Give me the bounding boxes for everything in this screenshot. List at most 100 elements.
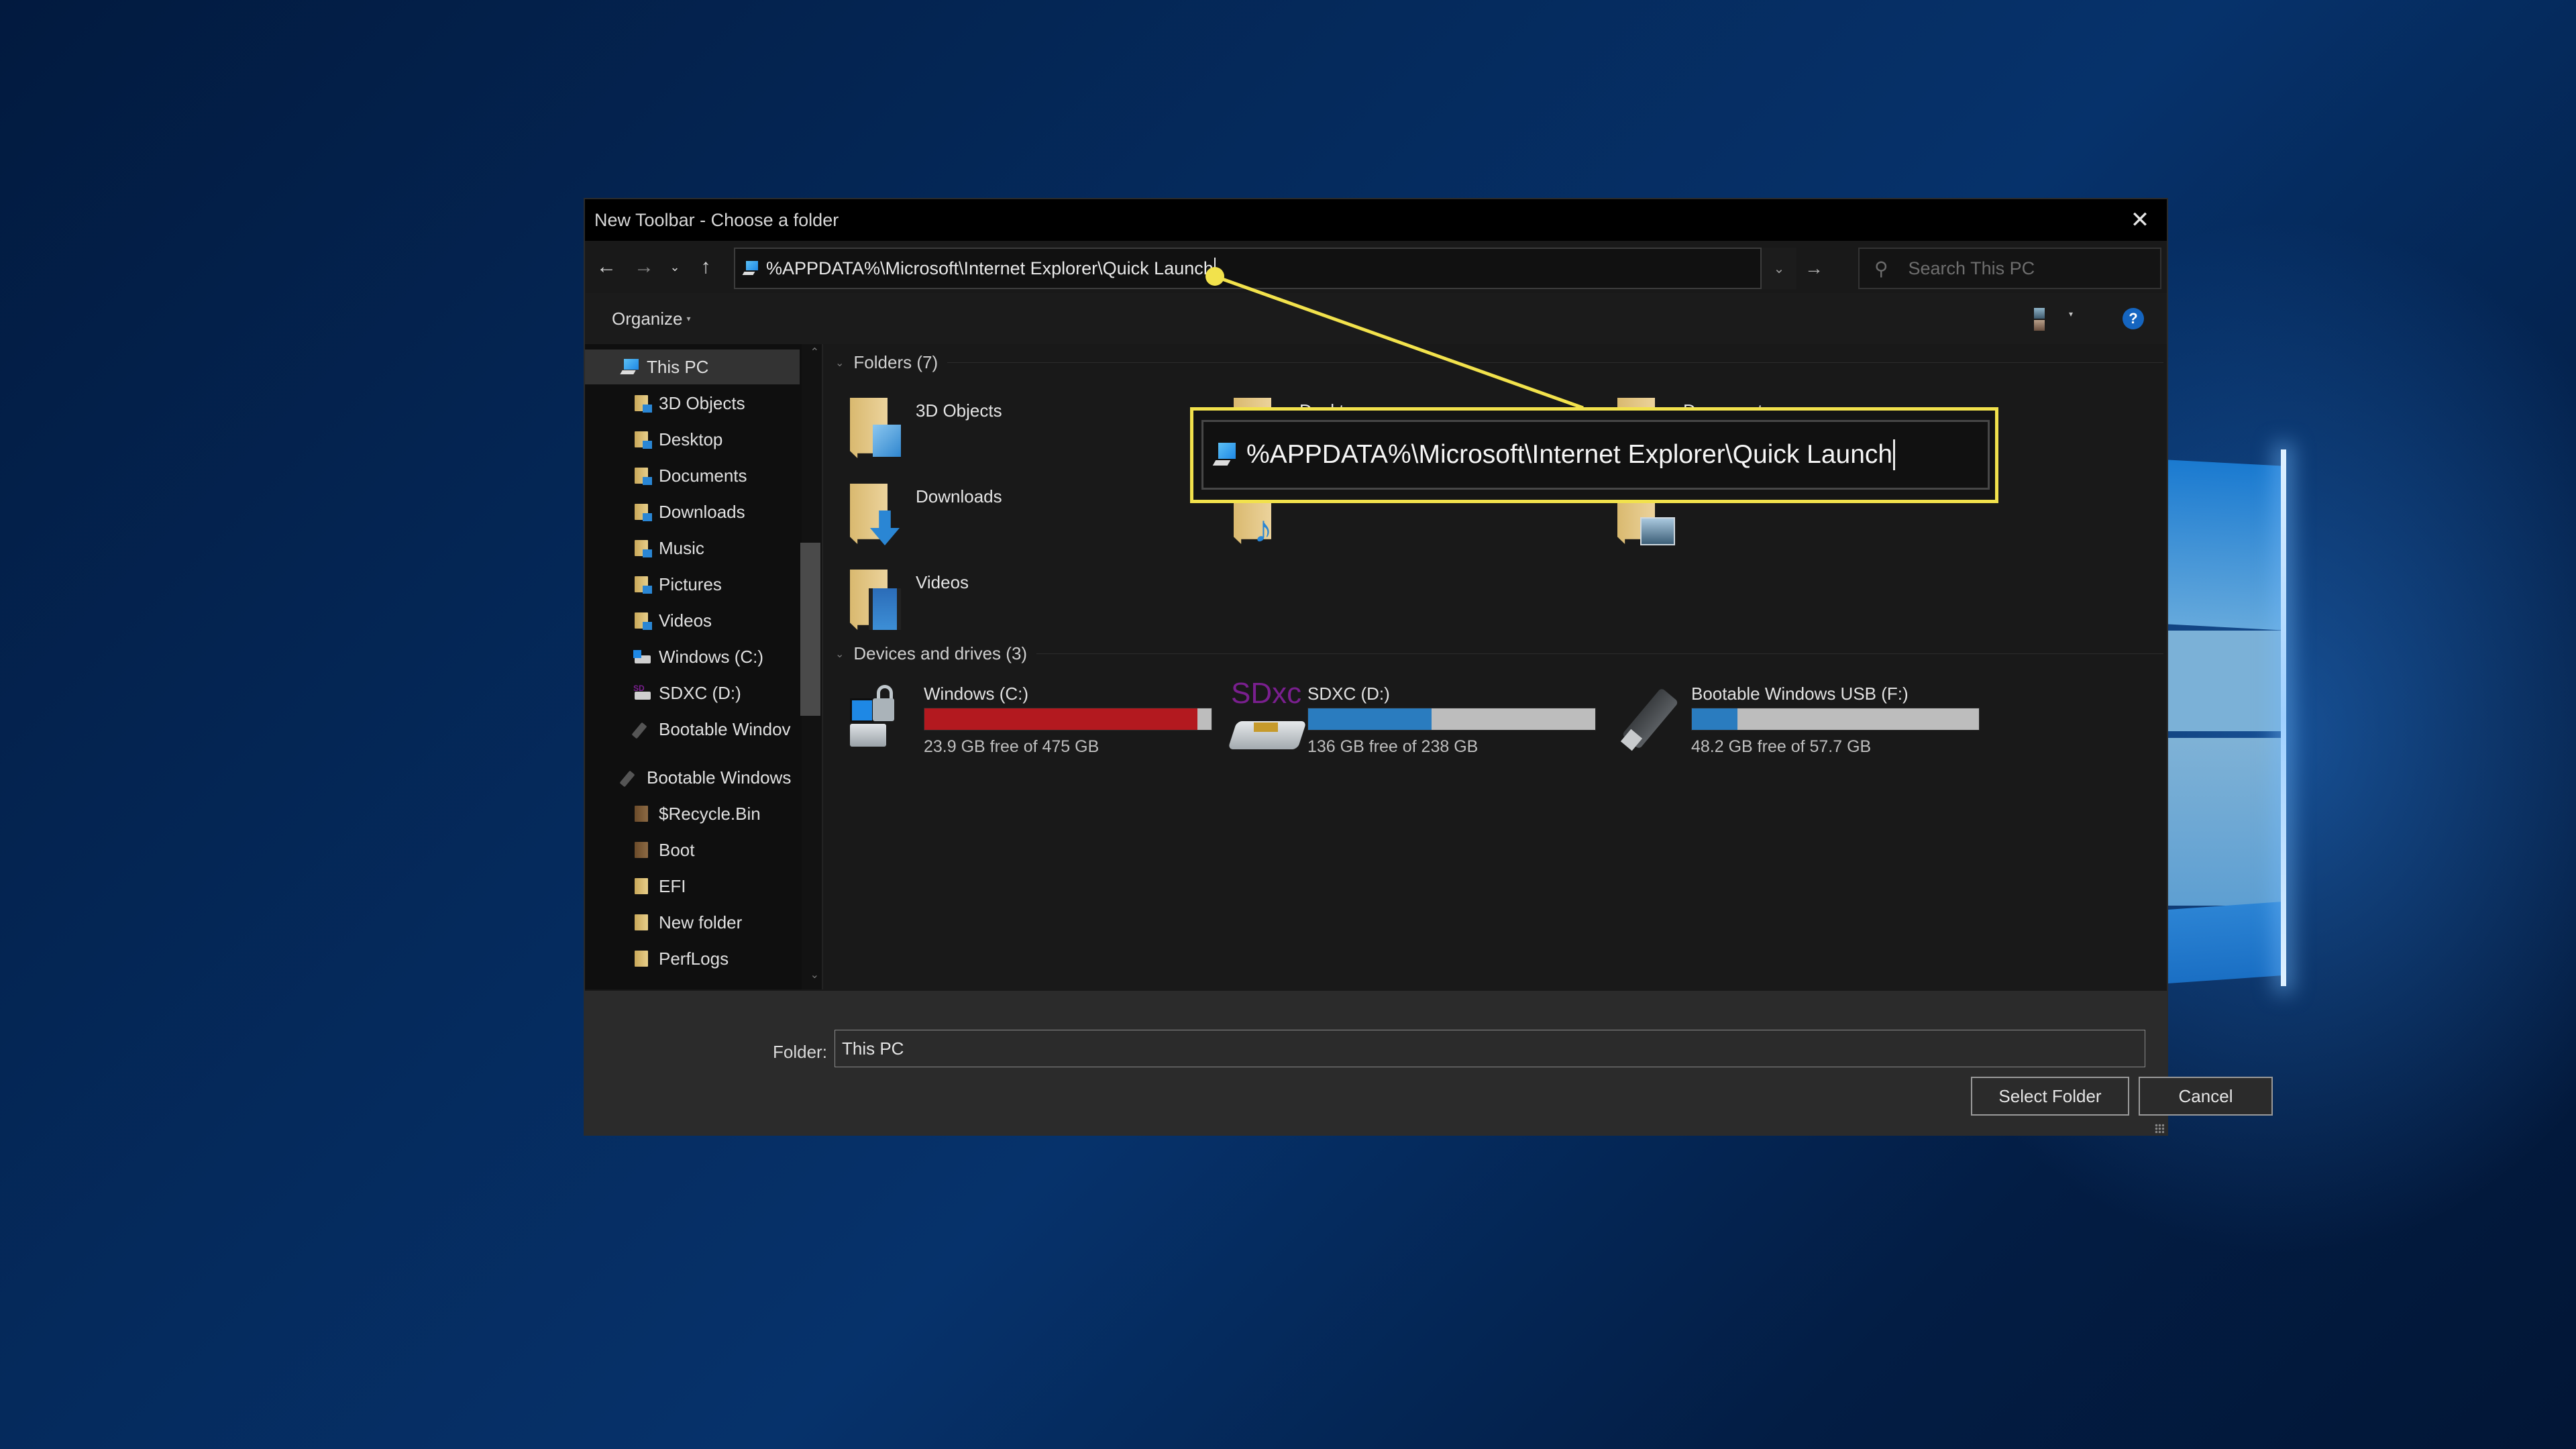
sidebar-item-new-folder[interactable]: New folder	[585, 905, 800, 940]
drive-usage-fill	[1692, 708, 1738, 730]
view-thumbnail-icon	[2034, 320, 2045, 331]
change-view-button[interactable]	[2034, 308, 2051, 332]
folder-icon	[633, 804, 652, 823]
sidebar-item-boot[interactable]: Boot	[585, 833, 800, 867]
sidebar-item-windows-c[interactable]: Windows (C:)	[585, 639, 800, 674]
folder-name-input[interactable]	[835, 1030, 2145, 1067]
folder-tile-3d-objects[interactable]: 3D Objects	[850, 398, 1226, 478]
recent-locations-button[interactable]: ⌄	[663, 247, 687, 287]
sidebar-item-label: Downloads	[659, 501, 745, 522]
sidebar-item-perflogs[interactable]: PerfLogs	[585, 941, 800, 976]
drive-tile-sdxc-d[interactable]: SDxc SDXC (D:) 136 GB free of 238 GB	[1228, 677, 1607, 764]
help-icon: ?	[2129, 310, 2138, 327]
drive-name: Windows (C:)	[924, 684, 1029, 704]
drives-group-label: Devices and drives (3)	[853, 643, 1028, 663]
sidebar-item-label: EFI	[659, 875, 686, 896]
folder-icon	[633, 841, 652, 859]
view-options-dropdown[interactable]: ▾	[2069, 309, 2073, 319]
drive-usage-fill	[1308, 708, 1432, 730]
sidebar-item-music[interactable]: Music	[585, 531, 800, 566]
search-input[interactable]	[1908, 258, 2150, 279]
forward-button[interactable]: →	[625, 247, 663, 287]
forward-arrow-icon: →	[634, 256, 654, 278]
dialog-title: New Toolbar - Choose a folder	[594, 209, 839, 230]
sidebar-item-label: Bootable Windov	[659, 718, 791, 739]
sidebar-item-label: $Recycle.Bin	[659, 803, 761, 824]
callout-address-field: %APPDATA%\Microsoft\Internet Explorer\Qu…	[1201, 420, 1990, 490]
sidebar-item-this-pc[interactable]: This PC	[585, 350, 800, 384]
pc-icon	[741, 258, 761, 278]
go-button[interactable]: →	[1796, 248, 1831, 289]
drive-free-space: 48.2 GB free of 57.7 GB	[1691, 737, 1872, 756]
sidebar-item-desktop[interactable]: Desktop	[585, 422, 800, 457]
sidebar-item-videos[interactable]: Videos	[585, 603, 800, 638]
close-icon: ✕	[2130, 207, 2150, 233]
up-button[interactable]: ↑	[687, 247, 724, 287]
drive-usage-bar	[924, 708, 1212, 731]
organize-menu-button[interactable]: Organize ▾	[612, 309, 691, 329]
collapse-chevron-icon: ⌄	[835, 648, 845, 660]
sdxc-drive-icon: SDxc	[1228, 677, 1307, 757]
sidebar-item-efi[interactable]: EFI	[585, 869, 800, 904]
search-icon: ⚲	[1874, 258, 1888, 279]
sidebar-item-label: New folder	[659, 912, 743, 932]
sidebar-item-sdxc-d[interactable]: SD SDXC (D:)	[585, 676, 800, 710]
sidebar-item-label: Music	[659, 537, 704, 558]
windows-drive-icon	[847, 684, 921, 757]
folder-icon	[633, 913, 652, 932]
scroll-down-icon[interactable]: ⌄	[810, 968, 819, 981]
sidebar-item-label: Windows (C:)	[659, 646, 764, 667]
navigation-bar: ← → ⌄ ↑ %APPDATA%\Microsoft\Internet Exp…	[585, 241, 2167, 293]
drive-usage-bar	[1307, 708, 1596, 731]
folder-3d-objects-icon	[633, 394, 652, 413]
folder-videos-icon	[850, 570, 910, 637]
back-arrow-icon: ←	[596, 256, 616, 278]
sidebar-item-pictures[interactable]: Pictures	[585, 567, 800, 602]
usb-drive-icon	[619, 768, 640, 788]
sidebar-item-recycle-bin[interactable]: $Recycle.Bin	[585, 796, 800, 831]
folder-tile-downloads[interactable]: Downloads	[850, 484, 1226, 564]
sidebar-item-label: Bootable Windows	[647, 767, 792, 788]
drives-group-header[interactable]: ⌄ Devices and drives (3)	[835, 643, 2163, 664]
sidebar-item-label: SDXC (D:)	[659, 682, 741, 703]
resize-grip[interactable]	[2155, 1124, 2164, 1133]
sidebar-item-label: Boot	[659, 839, 695, 860]
scrollbar-thumb[interactable]	[800, 543, 820, 716]
back-button[interactable]: ←	[588, 247, 625, 287]
select-folder-button[interactable]: Select Folder	[1971, 1077, 2129, 1116]
sidebar-item-3d-objects[interactable]: 3D Objects	[585, 386, 800, 421]
folder-videos-icon	[633, 611, 652, 630]
search-box[interactable]: ⚲	[1858, 248, 2161, 289]
caret-down-icon: ▾	[686, 314, 691, 323]
drive-free-space: 23.9 GB free of 475 GB	[924, 737, 1099, 756]
sidebar-item-bootable-windov[interactable]: Bootable Windov	[585, 712, 800, 747]
sidebar-item-label: Pictures	[659, 574, 722, 594]
help-button[interactable]: ?	[2123, 308, 2144, 329]
sidebar-item-documents[interactable]: Documents	[585, 458, 800, 493]
drive-tile-usb-f[interactable]: Bootable Windows USB (F:) 48.2 GB free o…	[1615, 684, 1990, 764]
cancel-button[interactable]: Cancel	[2139, 1077, 2273, 1116]
scroll-up-icon[interactable]: ⌃	[810, 345, 819, 359]
wallpaper-windows-logo	[2167, 423, 2301, 1026]
close-button[interactable]: ✕	[2113, 199, 2167, 241]
folders-group-label: Folders (7)	[853, 352, 938, 372]
address-input[interactable]: %APPDATA%\Microsoft\Internet Explorer\Qu…	[766, 258, 1214, 279]
collapse-chevron-icon: ⌄	[835, 357, 845, 369]
folders-group-header[interactable]: ⌄ Folders (7)	[835, 352, 2163, 373]
sidebar-item-downloads[interactable]: Downloads	[585, 494, 800, 529]
folder-tile-videos[interactable]: Videos	[850, 570, 1226, 650]
address-dropdown-button[interactable]: ⌄	[1762, 248, 1796, 289]
callout-dot	[1205, 267, 1224, 286]
navigation-pane: This PC 3D Objects Desktop Documents Downloa…	[585, 344, 823, 989]
navigation-pane-scrollbar[interactable]: ⌃ ⌄	[800, 344, 822, 989]
chevron-down-icon: ⌄	[1773, 261, 1785, 276]
organize-label: Organize	[612, 308, 683, 329]
drive-usage-bar	[1691, 708, 1980, 731]
address-bar[interactable]: %APPDATA%\Microsoft\Internet Explorer\Qu…	[734, 248, 1762, 289]
folder-3d-objects-icon	[850, 398, 910, 465]
sidebar-item-label: Videos	[659, 610, 712, 631]
drive-tile-windows-c[interactable]: Windows (C:) 23.9 GB free of 475 GB	[847, 684, 1223, 764]
up-arrow-icon: ↑	[700, 256, 711, 278]
sidebar-item-bootable-windows[interactable]: Bootable Windows	[585, 760, 800, 795]
sidebar-item-label: Documents	[659, 465, 747, 486]
